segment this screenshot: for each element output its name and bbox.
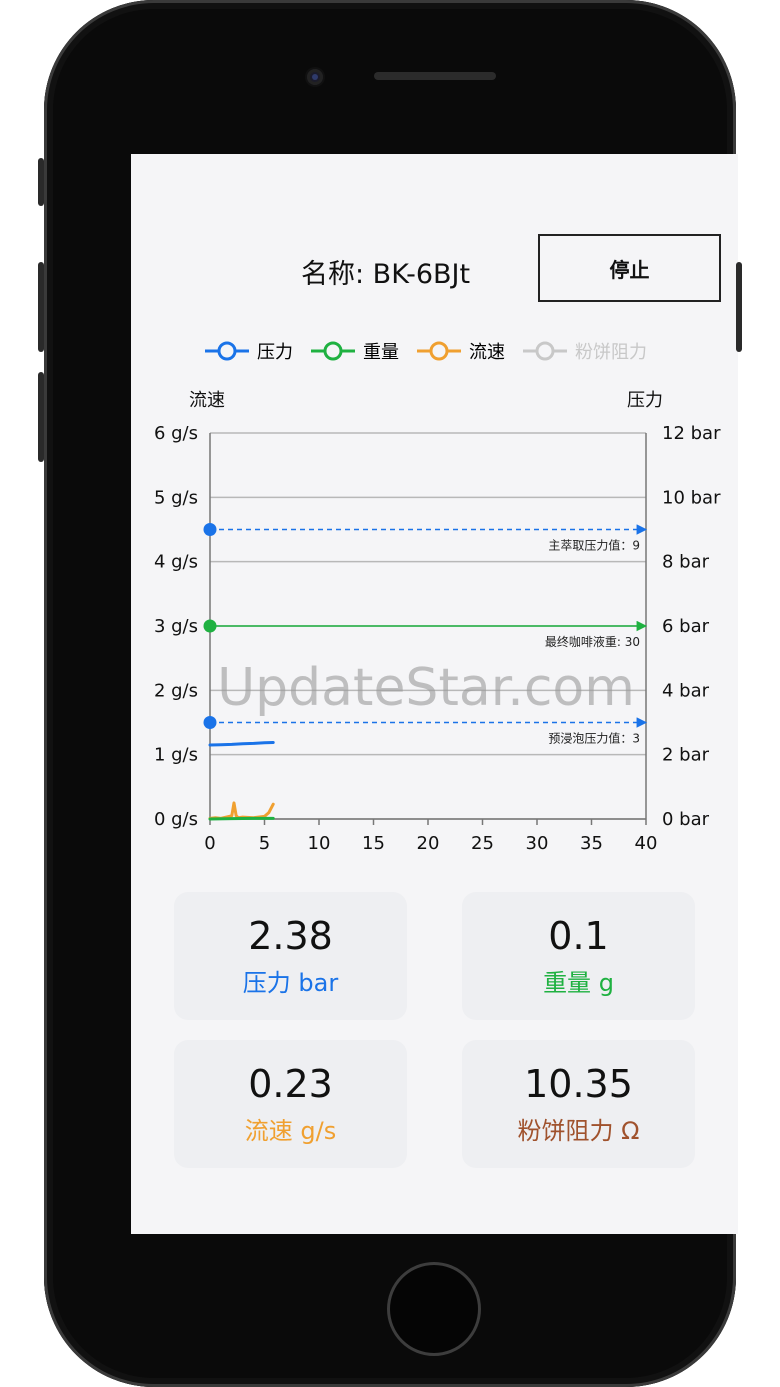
stat-value: 0.1 [548,914,609,958]
series-line-压力 [208,740,275,747]
watermark-text: UpdateStar.com [217,658,635,718]
mute-switch [38,158,44,206]
home-button[interactable] [387,1262,481,1356]
target-marker-dot [203,523,217,536]
y2-tick-label: 10 bar [662,487,721,508]
legend-item-resistance[interactable]: 粉饼阻力 [523,338,647,364]
x-tick-label: 5 [259,833,270,854]
x-tick-label: 0 [204,833,215,854]
legend-label: 粉饼阻力 [575,342,647,363]
pressure-flow-chart: 0 g/s 1 g/s 2 g/s 3 g/s 4 g/s 5 g/s 6 g/s 0 bar… [154,423,721,854]
chart-legend: 压力 重量 流速 粉饼阻力 [205,338,647,364]
stat-card-resistance: 10.35 粉饼阻力 Ω [462,1040,695,1168]
y2-tick-label: 12 bar [662,423,721,444]
y-tick-label: 6 g/s [154,423,198,444]
y-tick-label: 0 g/s [154,809,198,830]
power-button [736,262,742,352]
stat-value: 0.23 [248,1062,333,1106]
y2-tick-label: 6 bar [662,616,710,637]
target-marker-label: 最终咖啡液重: 30 [545,634,640,649]
volume-down-button [38,372,44,462]
volume-up-button [38,262,44,352]
legend-label: 重量 [363,342,399,363]
legend-item-flow[interactable]: 流速 [417,338,505,364]
stop-button[interactable]: 停止 [538,234,721,302]
y2-tick-label: 8 bar [662,552,710,573]
y-tick-label: 3 g/s [154,616,198,637]
x-tick-label: 25 [471,833,494,854]
series-line-流速 [208,801,275,820]
app-screen: 名称: BK-6BJt 停止 压力 重量 流速 粉饼阻力 流速 压力 0 g/s… [131,154,738,1234]
earpiece-speaker [374,72,496,80]
y2-tick-label: 0 bar [662,809,710,830]
legend-flow-icon [417,341,461,361]
y2-tick-label: 4 bar [662,680,710,701]
target-marker-label: 主萃取压力值：9 [548,538,640,553]
stat-label: 压力 bar [242,969,339,997]
legend-label: 压力 [257,342,293,363]
target-marker-dot [203,716,217,729]
y-tick-label: 5 g/s [154,487,198,508]
stat-card-pressure: 2.38 压力 bar [174,892,407,1020]
front-camera-icon [307,69,323,85]
series-line-重量 [208,816,275,821]
x-tick-label: 10 [308,833,331,854]
legend-item-weight[interactable]: 重量 [311,338,399,364]
stat-label: 重量 g [543,969,614,997]
stat-card-flow: 0.23 流速 g/s [174,1040,407,1168]
x-tick-label: 35 [580,833,603,854]
legend-pressure-icon [205,341,249,361]
y-tick-label: 4 g/s [154,552,198,573]
stat-label: 粉饼阻力 Ω [517,1117,640,1145]
stat-label: 流速 g/s [244,1117,337,1145]
stat-value: 10.35 [524,1062,633,1106]
stat-card-weight: 0.1 重量 g [462,892,695,1020]
y2-axis-title: 压力 [627,390,663,411]
legend-weight-icon [311,341,355,361]
legend-item-pressure[interactable]: 压力 [205,338,293,364]
x-tick-label: 40 [635,833,658,854]
y-tick-label: 2 g/s [154,680,198,701]
device-name-title: 名称: BK-6BJt [301,259,471,290]
x-tick-label: 20 [417,833,440,854]
x-tick-label: 30 [526,833,549,854]
x-tick-label: 15 [362,833,385,854]
legend-resistance-icon [523,341,567,361]
y-tick-label: 1 g/s [154,745,198,766]
legend-label: 流速 [469,342,505,363]
stat-value: 2.38 [248,914,333,958]
y2-tick-label: 2 bar [662,745,710,766]
target-marker-dot [203,619,217,633]
y-axis-title: 流速 [189,390,225,411]
target-marker-label: 预浸泡压力值：3 [548,731,640,746]
phone-frame: 名称: BK-6BJt 停止 压力 重量 流速 粉饼阻力 流速 压力 0 g/s… [44,0,738,1387]
